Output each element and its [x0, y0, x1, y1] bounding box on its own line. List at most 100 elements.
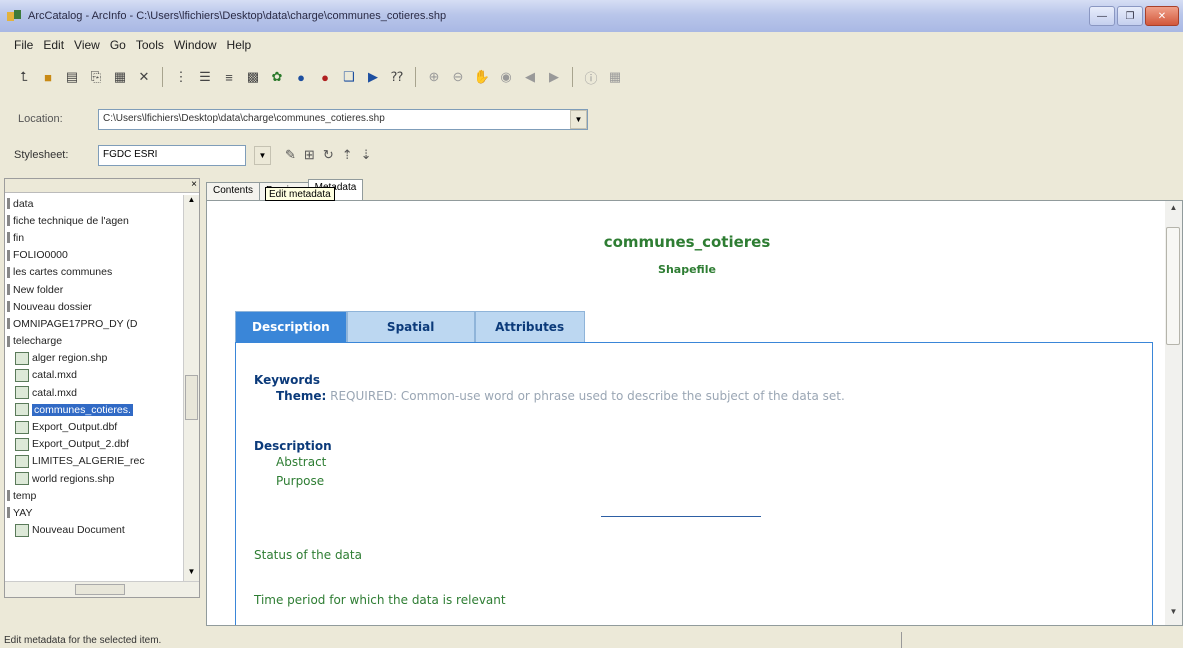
menu-window[interactable]: Window	[174, 38, 217, 52]
tree-vertical-scrollbar[interactable]: ▲ ▼	[183, 195, 199, 581]
arctoolbox-icon[interactable]: ❑	[339, 67, 359, 87]
scroll-thumb[interactable]	[185, 375, 198, 420]
edit-metadata-icon[interactable]: ✎	[285, 147, 296, 163]
zoom-out-icon[interactable]: ⊖	[448, 67, 468, 87]
details-icon[interactable]: ≡	[219, 67, 239, 87]
large-icons-icon[interactable]: ⋮	[171, 67, 191, 87]
stylesheet-select[interactable]: FGDC ESRI	[98, 144, 246, 166]
shapefile-icon	[15, 454, 29, 468]
description-heading: Description	[254, 439, 332, 453]
tree-item[interactable]: catal.mxd	[5, 367, 185, 384]
copy-icon[interactable]: ⎘	[86, 67, 106, 87]
tree-item-selected[interactable]: communes_cotieres.	[5, 401, 185, 418]
close-button[interactable]: ✕	[1145, 6, 1179, 26]
up-one-level-icon[interactable]: ⮤	[14, 67, 34, 87]
tree-item[interactable]: FOLIO0000	[5, 247, 185, 264]
toolbar-separator	[572, 67, 573, 87]
disconnect-folder-icon[interactable]: ▤	[62, 67, 82, 87]
scroll-down-icon[interactable]: ▼	[1165, 607, 1182, 621]
tree-item[interactable]: alger region.shp	[5, 350, 185, 367]
tree-item[interactable]: OMNIPAGE17PRO_DY (D	[5, 315, 185, 332]
folder-icon	[7, 284, 10, 296]
time-period-link[interactable]: Time period for which the data is releva…	[254, 593, 506, 607]
tree-item[interactable]: Export_Output.dbf	[5, 418, 185, 435]
tree-item[interactable]: fiche technique de l'agen	[5, 212, 185, 229]
stylesheet-label: Stylesheet:	[14, 149, 69, 161]
tree-item[interactable]: temp	[5, 487, 185, 504]
status-link[interactable]: Status of the data	[254, 548, 362, 562]
tree-item[interactable]: LIMITES_ALGERIE_rec	[5, 453, 185, 470]
tree-item[interactable]: telecharge	[5, 333, 185, 350]
tab-description[interactable]: Description	[235, 311, 347, 343]
tab-attributes[interactable]: Attributes	[474, 311, 585, 343]
metadata-panel: Keywords Theme: REQUIRED: Common-use wor…	[235, 342, 1153, 625]
connect-folder-icon[interactable]: ■	[38, 67, 58, 87]
abstract-link[interactable]: Abstract	[254, 455, 332, 469]
theme-label: Theme:	[276, 389, 327, 403]
scroll-thumb[interactable]	[1166, 227, 1180, 345]
chevron-down-icon[interactable]: ▼	[254, 145, 271, 165]
tree-item[interactable]: catal.mxd	[5, 384, 185, 401]
update-metadata-icon[interactable]: ↻	[323, 147, 334, 163]
tree-item[interactable]: les cartes communes	[5, 264, 185, 281]
divider	[601, 516, 761, 517]
whats-this-icon[interactable]: ⁇	[387, 67, 407, 87]
menu-view[interactable]: View	[74, 38, 100, 52]
shapefile-icon	[15, 403, 29, 417]
tree-item[interactable]: fin	[5, 229, 185, 246]
thumbnails-icon[interactable]: ▩	[243, 67, 263, 87]
launch-arcmap-icon[interactable]: ✿	[267, 67, 287, 87]
map-document-icon	[15, 368, 29, 382]
tree-item[interactable]: Nouveau dossier	[5, 298, 185, 315]
purpose-link[interactable]: Purpose	[254, 474, 332, 488]
list-icon[interactable]: ☰	[195, 67, 215, 87]
status-bar: Edit metadata for the selected item.	[0, 632, 1183, 648]
folder-icon	[7, 301, 10, 313]
maximize-button[interactable]: ❐	[1117, 6, 1143, 26]
zoom-in-icon[interactable]: ⊕	[424, 67, 444, 87]
tab-spatial[interactable]: Spatial	[346, 311, 475, 343]
scroll-down-icon[interactable]: ▼	[184, 567, 199, 581]
tree-item[interactable]: data	[5, 195, 185, 212]
menu-tools[interactable]: Tools	[136, 38, 164, 52]
scroll-up-icon[interactable]: ▲	[184, 195, 199, 209]
tooltip: Edit metadata	[265, 187, 335, 201]
chevron-down-icon[interactable]: ▼	[570, 109, 587, 129]
content-vertical-scrollbar[interactable]: ▲ ▼	[1165, 201, 1182, 625]
command-line-icon[interactable]: ▶	[363, 67, 383, 87]
globe-icon[interactable]: ●	[291, 67, 311, 87]
table-icon	[15, 420, 29, 434]
tree-item[interactable]: world regions.shp	[5, 470, 185, 487]
tree-horizontal-scrollbar[interactable]	[5, 581, 199, 597]
create-thumbnail-icon[interactable]: ▦	[605, 67, 625, 87]
tree-item[interactable]: Export_Output_2.dbf	[5, 436, 185, 453]
identify-icon[interactable]: ⓘ	[581, 67, 601, 87]
import-metadata-icon[interactable]: ⇡	[342, 147, 353, 163]
tree-item[interactable]: New folder	[5, 281, 185, 298]
status-divider	[901, 632, 902, 648]
location-field[interactable]: C:\Users\lfichiers\Desktop\data\charge\c…	[98, 108, 588, 130]
tree-item[interactable]: Nouveau Document	[5, 522, 185, 539]
menu-file[interactable]: File	[14, 38, 33, 52]
search-icon[interactable]: ●	[315, 67, 335, 87]
map-document-icon	[15, 386, 29, 400]
export-metadata-icon[interactable]: ⇣	[361, 147, 372, 163]
menu-help[interactable]: Help	[227, 38, 252, 52]
forward-icon[interactable]: ▶	[544, 67, 564, 87]
back-icon[interactable]: ◀	[520, 67, 540, 87]
close-icon[interactable]: ×	[191, 179, 197, 190]
delete-icon[interactable]: ✕	[134, 67, 154, 87]
folder-icon	[7, 215, 10, 227]
menu-bar: File Edit View Go Tools Window Help	[0, 34, 251, 56]
menu-go[interactable]: Go	[110, 38, 126, 52]
properties-icon[interactable]: ⊞	[304, 147, 315, 163]
minimize-button[interactable]: —	[1089, 6, 1115, 26]
paste-icon[interactable]: ▦	[110, 67, 130, 87]
tab-contents[interactable]: Contents	[206, 182, 261, 200]
full-extent-icon[interactable]: ◉	[496, 67, 516, 87]
scroll-thumb[interactable]	[75, 584, 125, 595]
scroll-up-icon[interactable]: ▲	[1165, 203, 1182, 217]
tree-item[interactable]: YAY	[5, 504, 185, 521]
pan-icon[interactable]: ✋	[472, 67, 492, 87]
menu-edit[interactable]: Edit	[43, 38, 64, 52]
